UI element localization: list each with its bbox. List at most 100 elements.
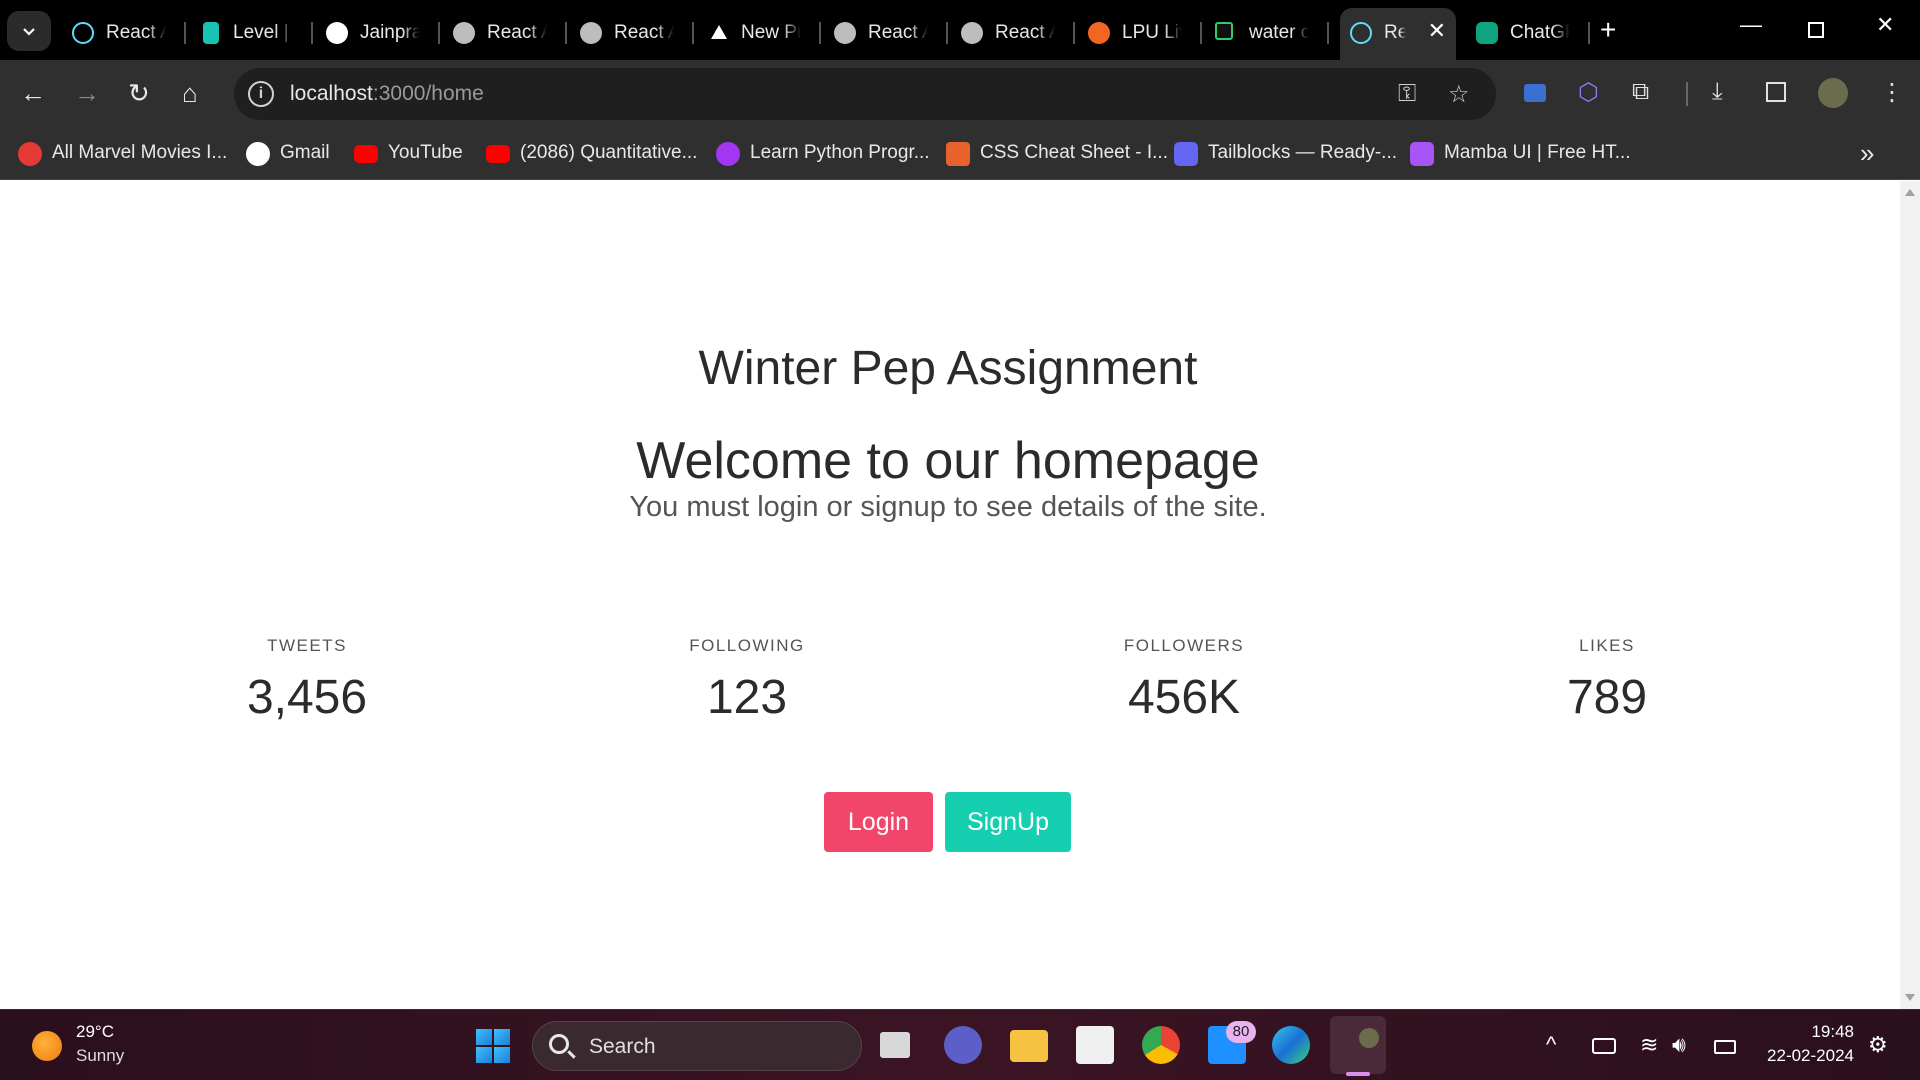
clock-date[interactable]: 22-02-2024 [1756, 1046, 1854, 1066]
tailblocks-icon [1174, 142, 1198, 166]
tab[interactable]: LPU Liv [1078, 12, 1202, 54]
tab-label: water c [1249, 22, 1309, 43]
tab-label: Level | I [233, 22, 293, 43]
login-button[interactable]: Login [824, 792, 933, 852]
globe-icon [453, 22, 475, 44]
file-explorer-icon[interactable] [1010, 1030, 1048, 1062]
page-content: Winter Pep Assignment Welcome to our hom… [0, 181, 1900, 1009]
taskbar-search[interactable]: Search [532, 1021, 862, 1071]
scroll-down-icon[interactable] [1905, 994, 1915, 1001]
tomato-icon [18, 142, 42, 166]
new-tab-button[interactable]: + [1600, 14, 1616, 46]
site-info-icon[interactable]: i [248, 81, 274, 107]
edge-icon[interactable] [1272, 1026, 1310, 1064]
page-title: Winter Pep Assignment [698, 342, 1198, 395]
forward-icon[interactable]: → [74, 78, 100, 108]
bookmark-label: Tailblocks — Ready-... [1208, 142, 1398, 163]
close-icon[interactable]: ✕ [1428, 18, 1446, 44]
clock-time[interactable]: 19:48 [1780, 1022, 1854, 1042]
tab-active[interactable]: Re ✕ [1340, 8, 1456, 60]
level-icon [203, 22, 219, 44]
profile-avatar[interactable] [1818, 78, 1848, 108]
stat-value: 789 [1566, 671, 1648, 724]
restore-icon[interactable] [1808, 22, 1824, 38]
signup-button[interactable]: SignUp [945, 792, 1071, 852]
chrome-icon[interactable] [1142, 1026, 1180, 1064]
tab[interactable]: Level | I [189, 12, 313, 54]
reload-icon[interactable]: ↻ [128, 78, 150, 108]
home-icon[interactable]: ⌂ [182, 78, 198, 108]
back-icon[interactable]: ← [20, 78, 46, 108]
github-icon [326, 22, 348, 44]
extension-icon[interactable] [1524, 84, 1546, 102]
bookmark-label: (2086) Quantitative... [520, 142, 698, 163]
side-panel-icon[interactable] [1766, 82, 1786, 102]
scroll-up-icon[interactable] [1905, 189, 1915, 196]
search-icon [549, 1034, 569, 1054]
tab[interactable]: New Pr [697, 12, 821, 54]
google-icon [246, 142, 270, 166]
toolbar-divider [1686, 82, 1688, 106]
volume-icon[interactable]: 🔊︎ [1672, 1032, 1686, 1058]
tab-separator [565, 22, 567, 44]
tab[interactable]: React A [62, 12, 186, 54]
weather-temperature[interactable]: 29°C [76, 1022, 114, 1042]
tab[interactable]: Jainpra [316, 12, 440, 54]
battery-icon[interactable] [1714, 1040, 1736, 1054]
tab-label: React A [614, 22, 674, 43]
react-icon [1350, 22, 1372, 44]
close-window-icon[interactable]: ✕ [1876, 12, 1894, 38]
download-icon[interactable]: ⤓ [1712, 78, 1723, 106]
globe-icon [834, 22, 856, 44]
tab-label: New Pr [741, 22, 801, 43]
bookmark-label: Mamba UI | Free HT... [1444, 142, 1631, 163]
weather-condition[interactable]: Sunny [76, 1046, 124, 1066]
tab-search-button[interactable] [7, 11, 51, 51]
tab-separator [438, 22, 440, 44]
stat-following: FOLLOWING 123 [597, 636, 897, 725]
tab[interactable]: React A [951, 12, 1075, 54]
notifications-icon[interactable]: ⚙︎ [1868, 1032, 1888, 1058]
lpu-icon [1088, 22, 1110, 44]
chevron-up-icon[interactable]: ^ [1546, 1032, 1556, 1058]
tab-separator [819, 22, 821, 44]
menu-dots-icon[interactable]: ⋮ [1880, 78, 1904, 107]
keyboard-icon[interactable] [1592, 1038, 1616, 1054]
windows-start-icon[interactable] [476, 1029, 510, 1063]
vercel-icon [711, 25, 727, 39]
more-bookmarks-icon[interactable]: » [1860, 138, 1874, 169]
notification-badge: 80 [1226, 1021, 1256, 1043]
extensions-puzzle-icon[interactable]: ⧉ [1632, 78, 1649, 106]
profile-icon [1359, 1028, 1379, 1048]
tab-label: Re [1384, 22, 1406, 43]
minimize-icon[interactable]: — [1740, 12, 1762, 38]
tab[interactable]: React A [443, 12, 567, 54]
tab[interactable]: ChatGP [1466, 12, 1590, 54]
teams-meet-icon[interactable] [944, 1026, 982, 1064]
sun-icon[interactable] [32, 1031, 62, 1061]
stat-value: 3,456 [246, 671, 368, 724]
active-indicator [1346, 1072, 1370, 1076]
bookmarks-bar: All Marvel Movies I... Gmail YouTube (20… [0, 128, 1920, 180]
tab-label: ChatGP [1510, 22, 1570, 43]
wifi-icon[interactable]: ≋ [1640, 1032, 1658, 1058]
tab[interactable]: React A [824, 12, 948, 54]
tab-separator [311, 22, 313, 44]
microsoft-store-icon[interactable] [1076, 1026, 1114, 1064]
bookmark-label: Gmail [280, 142, 330, 163]
stat-value: 456K [1127, 671, 1241, 724]
address-bar[interactable]: i localhost:3000/home ⚿ ☆ [234, 68, 1496, 120]
tab-separator [1200, 22, 1202, 44]
tab[interactable]: water c [1205, 12, 1329, 54]
active-app-chrome-profile[interactable] [1330, 1016, 1386, 1074]
task-view-icon[interactable] [880, 1032, 910, 1058]
star-icon[interactable]: ☆ [1448, 80, 1470, 109]
stat-followers: FOLLOWERS 456K [1034, 636, 1334, 725]
tab-label: React A [106, 22, 166, 43]
url-text: localhost:3000/home [290, 82, 484, 106]
devtools-extension-icon[interactable]: ⬡ [1578, 78, 1599, 107]
key-icon[interactable]: ⚿ [1398, 80, 1416, 108]
tab[interactable]: React A [570, 12, 694, 54]
globe-icon [580, 22, 602, 44]
page-scrollbar[interactable] [1900, 181, 1920, 1009]
